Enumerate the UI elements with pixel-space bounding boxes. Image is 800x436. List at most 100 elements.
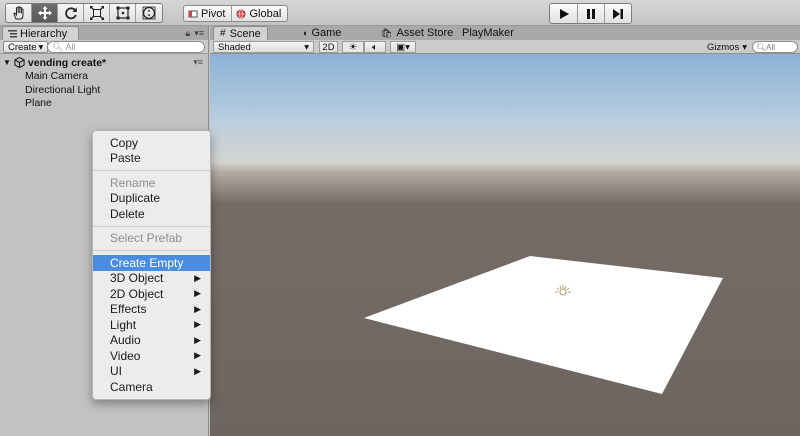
playback-controls [549, 3, 632, 24]
menu-item-paste[interactable]: Paste [93, 151, 210, 167]
menu-item-label: Select Prefab [110, 231, 183, 246]
menu-item-ui[interactable]: UI ▶ [93, 364, 210, 380]
tab-hierarchy[interactable]: Hierarchy [2, 26, 79, 40]
menu-separator [93, 170, 210, 171]
pacman-icon: ◖ [302, 28, 308, 38]
hierarchy-item[interactable]: Main Camera [0, 70, 208, 84]
menu-item-effects[interactable]: Effects ▶ [93, 302, 210, 318]
hierarchy-item-label: Main Camera [25, 70, 89, 83]
list-icon [8, 29, 17, 37]
hierarchy-tree: ▼ vending create* ▾≡ Main Camera Directi… [0, 54, 208, 110]
bag-icon: 🛍︎ [381, 27, 393, 38]
menu-item-label: Light [110, 317, 137, 332]
move-tool-button[interactable] [32, 4, 58, 22]
scene-viewport[interactable] [210, 54, 800, 436]
submenu-arrow-icon: ▶ [194, 350, 201, 361]
scene-search-placeholder: All [766, 42, 776, 52]
mode-2d-label: 2D [322, 41, 335, 53]
plane-object[interactable] [364, 256, 723, 394]
rotate-tool-icon [64, 7, 77, 20]
tab-asset-store[interactable]: 🛍︎ Asset Store [375, 26, 459, 40]
scene-options-icon[interactable]: ▾≡ [193, 57, 203, 68]
search-icon: 🔍︎ [52, 41, 64, 52]
globe-icon [236, 9, 246, 18]
hierarchy-item[interactable]: Directional Light [0, 83, 208, 97]
menu-item-label: Camera [110, 379, 153, 394]
menu-item-select-prefab: Select Prefab [93, 231, 210, 247]
gizmos-dropdown[interactable]: Gizmos ▾ [704, 41, 750, 53]
menu-item-create-empty[interactable]: Create Empty [93, 255, 210, 271]
lock-icon[interactable]: 🔒︎ [185, 28, 190, 39]
play-icon [559, 8, 569, 19]
scene-effects-dropdown[interactable]: ▣▾ [390, 41, 416, 53]
tab-game-label: Game [311, 27, 342, 39]
menu-item-delete[interactable]: Delete [93, 206, 210, 222]
play-button[interactable] [550, 4, 577, 23]
menu-item-3d-object[interactable]: 3D Object ▶ [93, 271, 210, 287]
rect-tool-button[interactable] [110, 4, 136, 22]
menu-separator [93, 250, 210, 251]
panel-menu-icon[interactable]: ▾≡ [194, 28, 204, 39]
global-button[interactable]: Global [231, 6, 287, 21]
context-menu: Copy Paste Rename Duplicate Delete Selec… [92, 130, 211, 400]
submenu-arrow-icon: ▶ [194, 272, 201, 283]
menu-separator [93, 225, 210, 227]
tab-playmaker[interactable]: PlayMaker [456, 26, 520, 40]
scale-tool-button[interactable] [84, 4, 110, 22]
grid-icon: # [220, 28, 226, 39]
hierarchy-item-label: Directional Light [25, 83, 101, 96]
mode-2d-toggle[interactable]: 2D [319, 41, 338, 53]
shading-mode-select[interactable]: Shaded ▾ [213, 41, 314, 53]
hierarchy-item-label: Plane [25, 97, 52, 110]
move-tool-icon [37, 6, 52, 20]
tab-scene[interactable]: # Scene [213, 26, 268, 40]
tab-game[interactable]: ◖ Game [296, 26, 347, 40]
chevron-down-icon: ▾ [304, 41, 309, 53]
scene-lighting-toggle[interactable]: ☀︎ [342, 41, 364, 53]
create-dropdown[interactable]: Create ▾ [3, 41, 49, 53]
menu-item-label: 2D Object [110, 286, 164, 301]
scene-audio-toggle[interactable]: 🔈︎ [364, 41, 386, 53]
menu-item-label: 3D Object [110, 271, 164, 286]
rotate-tool-button[interactable] [58, 4, 84, 22]
menu-item-camera[interactable]: Camera [93, 379, 210, 395]
sun-icon: ☀︎ [348, 41, 358, 53]
scene-panel: # Scene ◖ Game 🛍︎ Asset Store PlayMaker … [210, 26, 800, 436]
pivot-global-toggles: Pivot Global [183, 5, 289, 22]
step-icon [613, 8, 623, 19]
scene-search-input[interactable]: 🔍︎ All [752, 41, 798, 53]
menu-item-label: Copy [110, 135, 139, 150]
pivot-icon [188, 10, 198, 17]
submenu-arrow-icon: ▶ [194, 303, 201, 314]
hierarchy-tab-row: Hierarchy 🔒︎ ▾≡ [0, 26, 208, 40]
pause-button[interactable] [577, 4, 604, 23]
image-icon: ▣▾ [396, 41, 410, 53]
hand-tool-button[interactable] [6, 4, 32, 22]
menu-item-video[interactable]: Video ▶ [93, 348, 210, 364]
chevron-down-icon: ▾ [38, 41, 44, 53]
menu-item-duplicate[interactable]: Duplicate [93, 191, 210, 207]
hierarchy-search-input[interactable]: 🔍︎ All [47, 41, 205, 53]
menu-item-audio[interactable]: Audio ▶ [93, 333, 210, 349]
tab-asset-store-label: Asset Store [396, 27, 454, 39]
expand-arrow-icon[interactable]: ▼ [3, 58, 11, 67]
pivot-button[interactable]: Pivot [184, 6, 231, 21]
pause-icon [587, 8, 595, 19]
transform-tools [5, 3, 163, 23]
menu-item-label: Create Empty [110, 255, 184, 270]
pivot-label: Pivot [201, 7, 226, 20]
menu-item-light[interactable]: Light ▶ [93, 317, 210, 333]
step-button[interactable] [604, 4, 631, 23]
unity-scene-icon [14, 57, 25, 69]
menu-item-label: Rename [110, 175, 156, 190]
hierarchy-item[interactable]: Plane [0, 97, 208, 111]
menu-item-label: Paste [110, 151, 141, 166]
menu-item-2d-object[interactable]: 2D Object ▶ [93, 286, 210, 302]
scene-tab-row: # Scene ◖ Game 🛍︎ Asset Store PlayMaker [210, 26, 800, 40]
submenu-arrow-icon: ▶ [194, 319, 201, 330]
menu-item-label: Audio [110, 333, 141, 348]
transform-tool-button[interactable] [136, 4, 162, 22]
menu-item-copy[interactable]: Copy [93, 135, 210, 151]
scene-root-row[interactable]: ▼ vending create* ▾≡ [0, 56, 208, 70]
submenu-arrow-icon: ▶ [194, 334, 201, 345]
